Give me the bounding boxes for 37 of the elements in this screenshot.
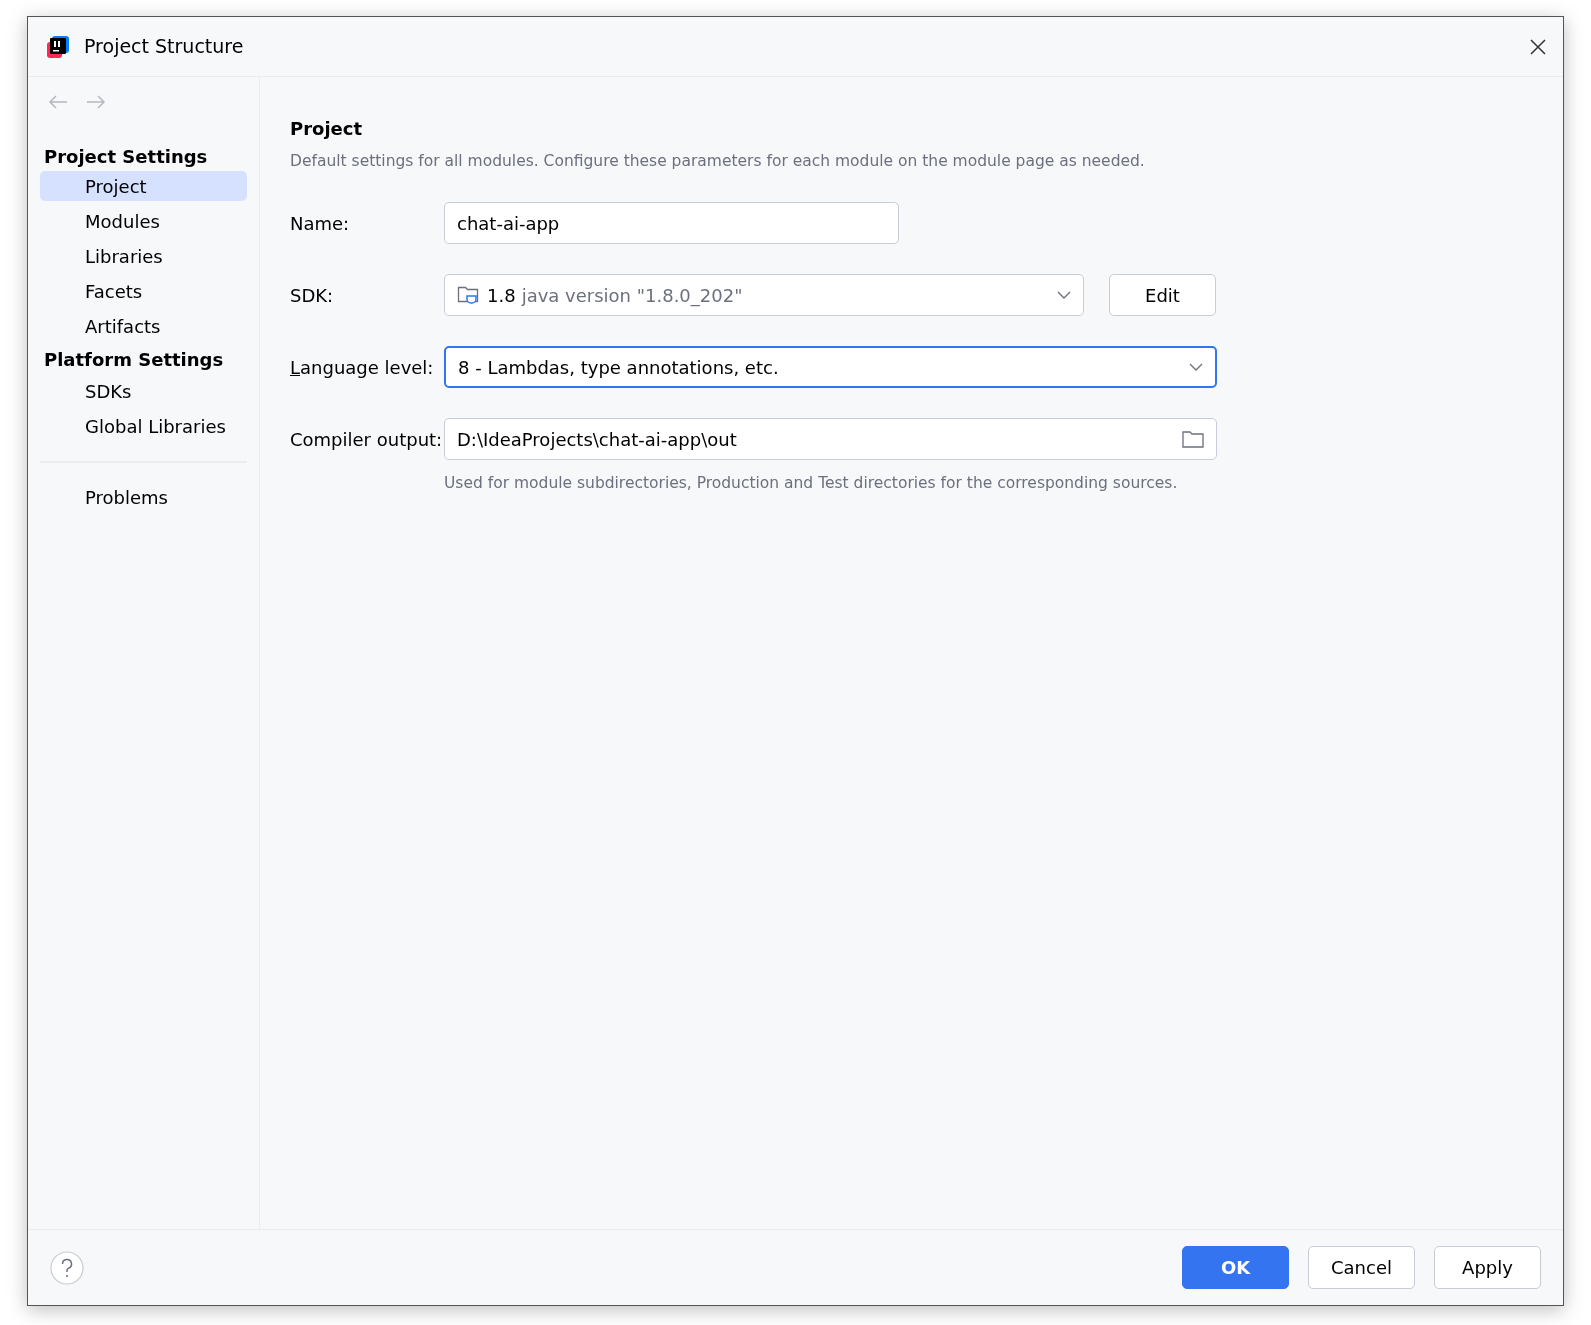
name-field[interactable]: chat-ai-app xyxy=(444,202,899,245)
field-label: Compiler output: xyxy=(290,427,444,452)
group-heading: Platform Settings xyxy=(43,347,225,372)
edit-button[interactable]: Edit xyxy=(1109,274,1216,317)
folder-icon[interactable] xyxy=(1182,430,1204,449)
section-description: Default settings for all modules. Configure these parameters for each module on the module page as needed. xyxy=(290,151,1146,172)
sidebar-item[interactable]: SDKs xyxy=(40,374,247,409)
sidebar-item[interactable]: Project xyxy=(40,171,247,201)
folder-cup-icon xyxy=(457,284,481,307)
sidebar-item[interactable]: Global Libraries xyxy=(40,409,247,444)
field-label: SDK: xyxy=(290,283,335,308)
chevron-down-icon xyxy=(1189,363,1203,372)
sidebar-item[interactable]: Modules xyxy=(40,204,247,239)
help-icon[interactable] xyxy=(50,1250,84,1285)
sdk-dropdown[interactable]: 1.8 java version "1.8.0_202" xyxy=(444,274,1084,317)
field-label: Language level: xyxy=(290,355,435,380)
chevron-down-icon xyxy=(1057,291,1071,300)
close-icon[interactable] xyxy=(1529,37,1547,56)
dialog-button[interactable]: Cancel xyxy=(1308,1246,1415,1289)
field-label: Name: xyxy=(290,211,351,236)
dialog-button[interactable]: Apply xyxy=(1434,1246,1541,1289)
app-logo-icon xyxy=(46,34,70,59)
sdk-version: 1.8 xyxy=(487,283,516,308)
forward-arrow-icon[interactable] xyxy=(86,95,106,109)
field-hint: Used for module subdirectories, Production and Test directories for the corresponding sources. xyxy=(444,473,1179,495)
sidebar-item[interactable]: Libraries xyxy=(40,239,247,274)
ok-button[interactable]: OK xyxy=(1182,1246,1289,1289)
window-title: Project Structure xyxy=(84,34,244,60)
sidebar-item[interactable]: Artifacts xyxy=(40,309,247,344)
back-arrow-icon[interactable] xyxy=(48,95,68,109)
sidebar-item[interactable]: Problems xyxy=(40,480,247,515)
sdk-detail: java version "1.8.0_202" xyxy=(521,283,743,309)
section-title: Project xyxy=(290,117,364,141)
compiler-output-field[interactable]: D:\IdeaProjects\chat-ai-app\out xyxy=(444,418,1217,461)
sidebar-item[interactable]: Facets xyxy=(40,274,247,309)
group-heading: Project Settings xyxy=(43,144,209,169)
language-level-dropdown[interactable]: 8 - Lambdas, type annotations, etc. xyxy=(444,346,1217,389)
